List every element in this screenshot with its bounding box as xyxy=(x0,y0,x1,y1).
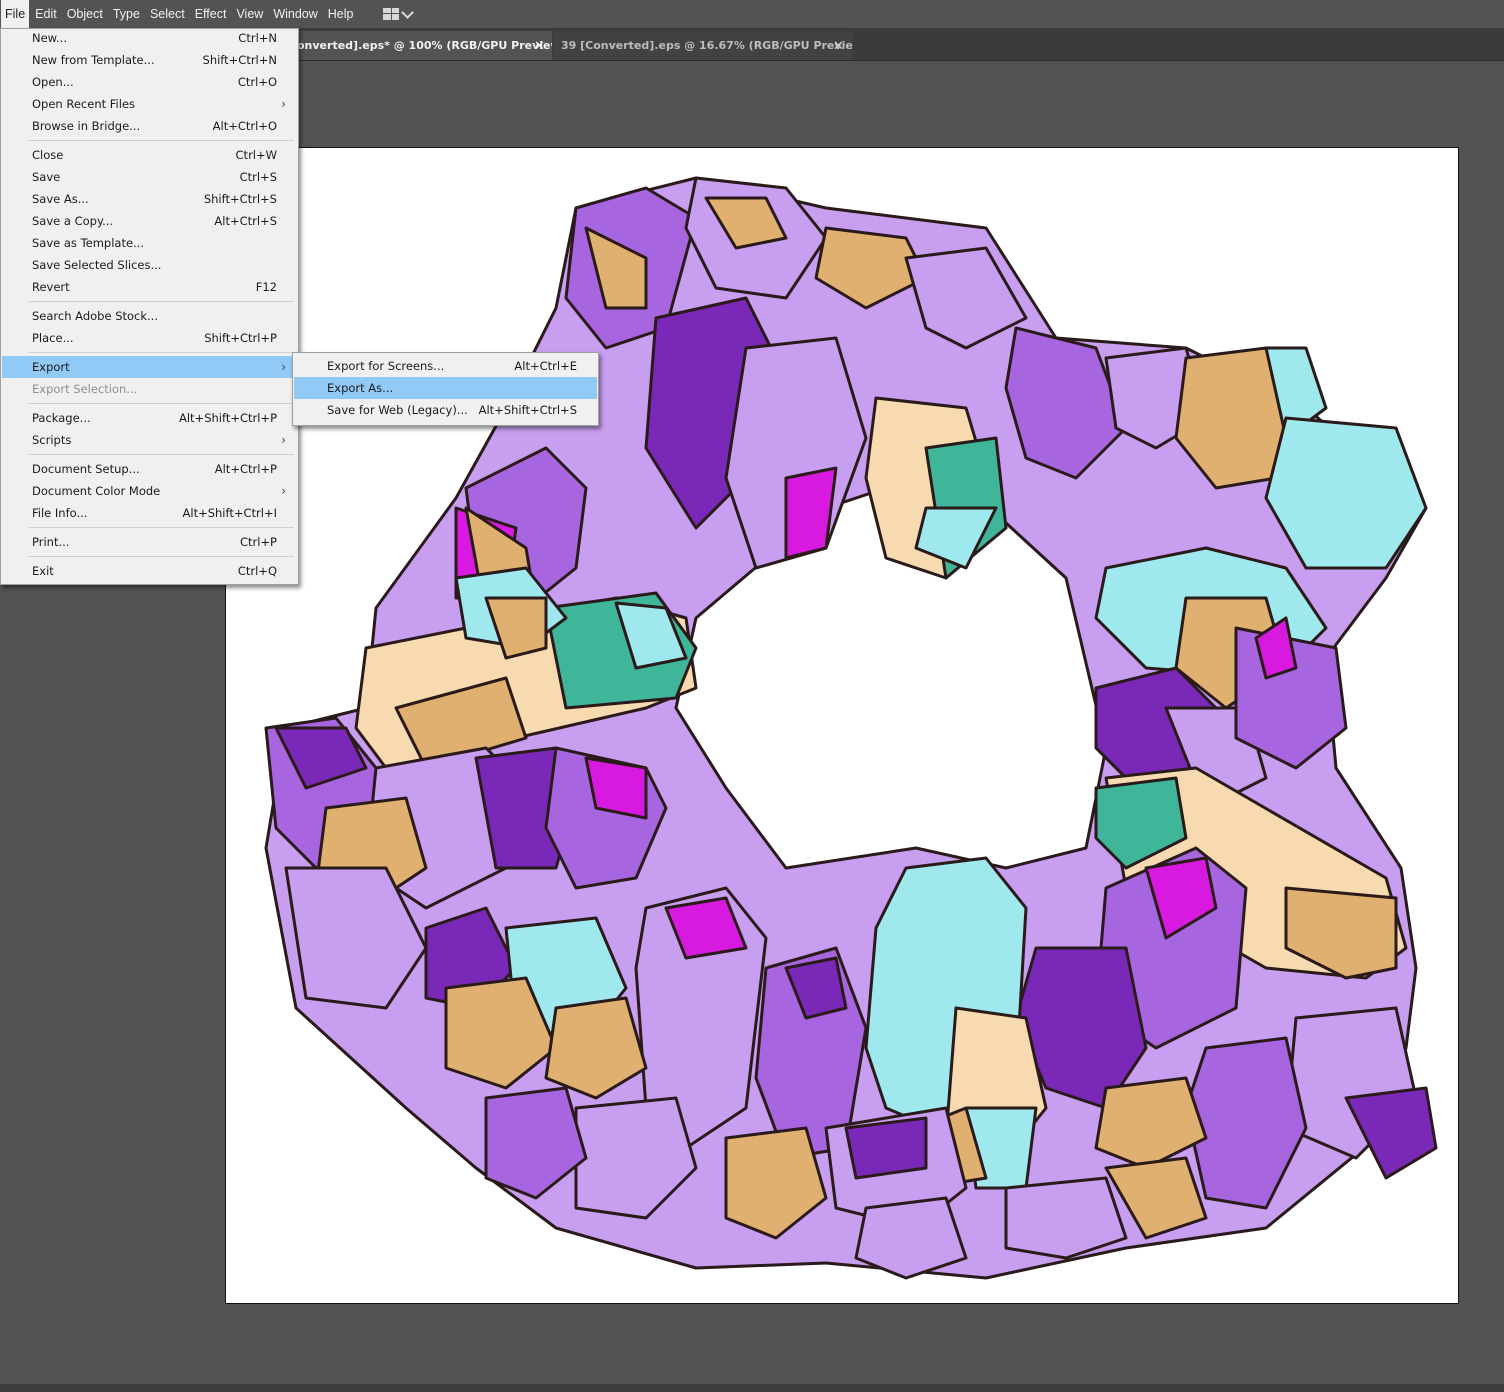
chevron-right-icon: › xyxy=(281,97,286,111)
menu-view[interactable]: View xyxy=(232,0,267,28)
menu-item-print[interactable]: Print... Ctrl+P xyxy=(2,531,297,553)
menu-item-scripts[interactable]: Scripts › xyxy=(2,429,297,451)
menu-item-export[interactable]: Export › xyxy=(2,356,297,378)
menu-separator xyxy=(29,301,294,302)
menu-item-document-setup[interactable]: Document Setup... Alt+Ctrl+P xyxy=(2,458,297,480)
menu-item-open-recent-files[interactable]: Open Recent Files › xyxy=(2,93,297,115)
status-bar xyxy=(0,1384,1504,1392)
menu-object[interactable]: Object xyxy=(63,0,107,28)
menu-item-new[interactable]: New... Ctrl+N xyxy=(2,27,297,49)
crystal-wreath-illustration xyxy=(264,176,1438,1280)
chevron-right-icon: › xyxy=(281,484,286,498)
menu-item-save[interactable]: Save Ctrl+S xyxy=(2,166,297,188)
menu-item-new-from-template[interactable]: New from Template... Shift+Ctrl+N xyxy=(2,49,297,71)
menu-separator xyxy=(29,403,294,404)
menu-separator xyxy=(29,454,294,455)
workspace-switcher-button[interactable] xyxy=(382,0,414,28)
menu-file[interactable]: File xyxy=(1,0,30,28)
chevron-right-icon: › xyxy=(281,360,286,374)
menu-separator xyxy=(29,556,294,557)
menu-bar: File Edit Object Type Select Effect View… xyxy=(0,0,1504,28)
export-submenu: Export for Screens... Alt+Ctrl+E Export A… xyxy=(292,352,599,426)
chevron-right-icon: › xyxy=(281,433,286,447)
menu-edit[interactable]: Edit xyxy=(31,0,61,28)
menu-item-browse-in-bridge[interactable]: Browse in Bridge... Alt+Ctrl+O xyxy=(2,115,297,137)
menu-item-save-as[interactable]: Save As... Shift+Ctrl+S xyxy=(2,188,297,210)
menu-separator xyxy=(29,140,294,141)
menu-item-export-for-screens[interactable]: Export for Screens... Alt+Ctrl+E xyxy=(294,355,597,377)
menu-item-save-a-copy[interactable]: Save a Copy... Alt+Ctrl+S xyxy=(2,210,297,232)
menu-item-save-as-template[interactable]: Save as Template... xyxy=(2,232,297,254)
menu-item-export-selection: Export Selection... xyxy=(32,382,138,396)
menu-item-export-as[interactable]: Export As... xyxy=(294,377,597,399)
document-tab[interactable]: 39 [Converted].eps @ 16.67% (RGB/GPU Pre… xyxy=(553,31,853,60)
menu-item-place[interactable]: Place... Shift+Ctrl+P xyxy=(2,327,297,349)
workspace-grid-icon xyxy=(382,8,399,20)
tab-title: 39 [Converted].eps @ 16.67% (RGB/GPU Pre… xyxy=(561,39,853,52)
file-menu: New... Ctrl+N New from Template... Shift+C… xyxy=(0,28,299,585)
menu-item-open[interactable]: Open... Ctrl+O xyxy=(2,71,297,93)
menu-effect[interactable]: Effect xyxy=(191,0,231,28)
menu-window[interactable]: Window xyxy=(269,0,321,28)
artboard[interactable] xyxy=(225,147,1459,1304)
menu-item-revert[interactable]: Revert F12 xyxy=(2,276,297,298)
menu-item-exit[interactable]: Exit Ctrl+Q xyxy=(2,560,297,582)
menu-type[interactable]: Type xyxy=(109,0,144,28)
menu-item-package[interactable]: Package... Alt+Shift+Ctrl+P xyxy=(2,407,297,429)
menu-item-file-info[interactable]: File Info... Alt+Shift+Ctrl+I xyxy=(2,502,297,524)
menu-item-save-selected-slices[interactable]: Save Selected Slices... xyxy=(2,254,297,276)
menu-item-save-for-web[interactable]: Save for Web (Legacy)... Alt+Shift+Ctrl+S xyxy=(294,399,597,421)
menu-separator xyxy=(29,527,294,528)
close-icon[interactable]: ✕ xyxy=(534,31,545,60)
close-icon[interactable]: ✕ xyxy=(833,31,844,60)
menu-item-close[interactable]: Close Ctrl+W xyxy=(2,144,297,166)
tab-title: onverted].eps* @ 100% (RGB/GPU Preview) xyxy=(297,39,552,52)
menu-help[interactable]: Help xyxy=(324,0,358,28)
chevron-down-icon xyxy=(400,5,414,19)
menu-item-search-adobe-stock[interactable]: Search Adobe Stock... xyxy=(2,305,297,327)
menu-select[interactable]: Select xyxy=(146,0,189,28)
menu-item-document-color-mode[interactable]: Document Color Mode › xyxy=(2,480,297,502)
menu-separator xyxy=(29,352,294,353)
